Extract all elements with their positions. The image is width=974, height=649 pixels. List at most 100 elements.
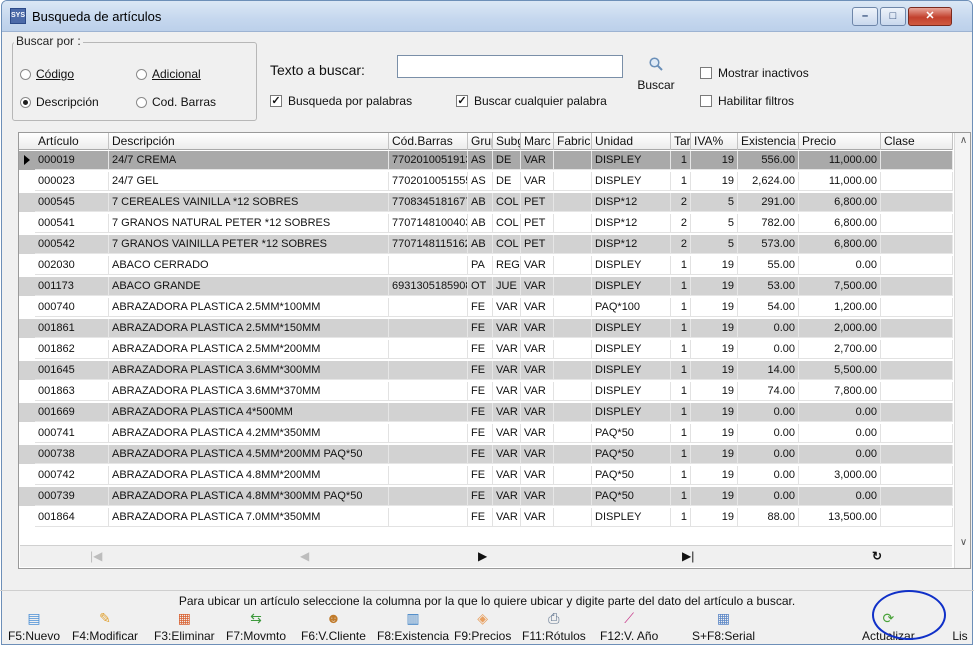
toolbar-button[interactable]: ⎙ F11:Rótulos [522,610,586,643]
column-header[interactable]: Cód.Barras [389,133,468,150]
table-cell[interactable]: 0.00 [738,466,799,485]
table-cell[interactable]: 13,500.00 [799,508,881,527]
table-cell[interactable]: VAR [493,319,521,338]
table-cell[interactable] [881,403,953,422]
table-cell[interactable]: 3,000.00 [799,466,881,485]
table-cell[interactable]: 001173 [35,277,109,296]
table-cell[interactable]: VAR [521,172,554,191]
table-cell[interactable]: 001863 [35,382,109,401]
mostrar-inactivos-checkbox[interactable]: Mostrar inactivos [700,66,809,80]
articles-grid[interactable]: ArtículoDescripciónCód.BarrasGrupSubgMar… [18,132,971,569]
table-cell[interactable]: 11,000.00 [799,172,881,191]
table-cell[interactable]: ABACO GRANDE [109,277,389,296]
radio-descripcion-dot[interactable] [20,96,31,108]
nav-refresh-icon[interactable]: ↻ [872,549,882,563]
nav-next-icon[interactable]: ▶ [478,549,487,563]
table-cell[interactable]: 000019 [35,151,109,170]
table-cell[interactable]: VAR [521,382,554,401]
table-cell[interactable]: 2 [671,214,691,233]
table-cell[interactable]: PET [521,214,554,233]
table-cell[interactable]: 1 [671,403,691,422]
table-cell[interactable]: 1 [671,466,691,485]
table-row[interactable]: 000023 24/7 GEL 7702010051555 AS DE VAR DISPLE… [19,172,953,191]
table-cell[interactable]: FE [468,508,493,527]
table-cell[interactable] [881,340,953,359]
radio-codigo[interactable]: Código [20,67,74,81]
table-cell[interactable]: VAR [493,403,521,422]
cualquier-palabra-box[interactable]: ✓ [456,95,468,107]
table-cell[interactable]: 7,500.00 [799,277,881,296]
table-cell[interactable]: VAR [521,256,554,275]
table-row[interactable]: 001645 ABRAZADORA PLASTICA 3.6MM*300MM FE V… [19,361,953,380]
search-input[interactable] [397,55,623,78]
column-header[interactable]: Existencia [738,133,799,150]
table-cell[interactable]: DE [493,172,521,191]
table-cell[interactable] [389,445,468,464]
table-cell[interactable]: 1 [671,319,691,338]
column-header[interactable]: Marc [521,133,554,150]
table-cell[interactable] [554,193,592,212]
table-cell[interactable]: PAQ*50 [592,487,671,506]
table-cell[interactable]: VAR [493,424,521,443]
table-cell[interactable]: VAR [521,361,554,380]
table-cell[interactable]: PET [521,193,554,212]
table-cell[interactable]: DISPLEY [592,256,671,275]
table-cell[interactable] [881,298,953,317]
table-cell[interactable]: 782.00 [738,214,799,233]
table-cell[interactable]: 1 [671,256,691,275]
table-cell[interactable]: 1,200.00 [799,298,881,317]
mostrar-inactivos-box[interactable] [700,67,712,79]
toolbar-button[interactable]: ◈ F9:Precios [454,610,511,643]
table-row[interactable]: 001862 ABRAZADORA PLASTICA 2.5MM*200MM FE V… [19,340,953,359]
table-cell[interactable]: DISPLEY [592,319,671,338]
table-cell[interactable] [881,508,953,527]
table-cell[interactable] [389,466,468,485]
table-cell[interactable] [554,277,592,296]
table-cell[interactable]: PAQ*100 [592,298,671,317]
table-cell[interactable] [881,487,953,506]
maximize-button[interactable]: □ [880,7,906,26]
table-cell[interactable]: 6,800.00 [799,235,881,254]
table-cell[interactable] [881,382,953,401]
table-cell[interactable]: FE [468,403,493,422]
table-cell[interactable]: 000542 [35,235,109,254]
table-cell[interactable]: FE [468,298,493,317]
table-cell[interactable]: 88.00 [738,508,799,527]
nav-last-icon[interactable]: ▶| [682,549,694,563]
toolbar-button[interactable]: ▤ F5:Nuevo [8,610,60,643]
table-cell[interactable]: DISPLEY [592,277,671,296]
busqueda-palabras-box[interactable]: ✓ [270,95,282,107]
radio-cod-barras[interactable]: Cod. Barras [136,95,216,109]
table-cell[interactable]: 1 [671,508,691,527]
table-cell[interactable] [554,487,592,506]
buscar-button[interactable]: Buscar [632,54,680,100]
table-cell[interactable]: VAR [521,319,554,338]
cualquier-palabra-checkbox[interactable]: ✓ Buscar cualquier palabra [456,94,607,108]
busqueda-palabras-checkbox[interactable]: ✓ Busqueda por palabras [270,94,412,108]
radio-codigo-dot[interactable] [20,68,31,80]
table-cell[interactable]: 000742 [35,466,109,485]
table-cell[interactable]: 1 [671,445,691,464]
close-button[interactable]: ✕ [908,7,952,26]
table-cell[interactable] [554,214,592,233]
table-cell[interactable] [389,382,468,401]
table-row[interactable]: 001669 ABRAZADORA PLASTICA 4*500MM FE VAR VA… [19,403,953,422]
table-cell[interactable]: VAR [521,298,554,317]
table-cell[interactable]: JUE [493,277,521,296]
table-cell[interactable]: VAR [493,487,521,506]
table-cell[interactable]: 1 [671,277,691,296]
table-cell[interactable]: 19 [691,256,738,275]
table-cell[interactable]: VAR [493,382,521,401]
table-cell[interactable]: COL [493,193,521,212]
table-cell[interactable]: DISP*12 [592,235,671,254]
table-row[interactable]: 001864 ABRAZADORA PLASTICA 7.0MM*350MM FE V… [19,508,953,527]
table-cell[interactable]: 7702010051913 [389,151,468,170]
table-cell[interactable]: 000740 [35,298,109,317]
table-cell[interactable]: ABRAZADORA PLASTICA 2.5MM*150MM [109,319,389,338]
table-cell[interactable]: PAQ*50 [592,424,671,443]
table-cell[interactable]: 2,624.00 [738,172,799,191]
table-cell[interactable]: 6,800.00 [799,193,881,212]
table-cell[interactable] [554,298,592,317]
table-cell[interactable]: 19 [691,508,738,527]
nav-prev-icon[interactable]: ◀ [300,549,309,563]
